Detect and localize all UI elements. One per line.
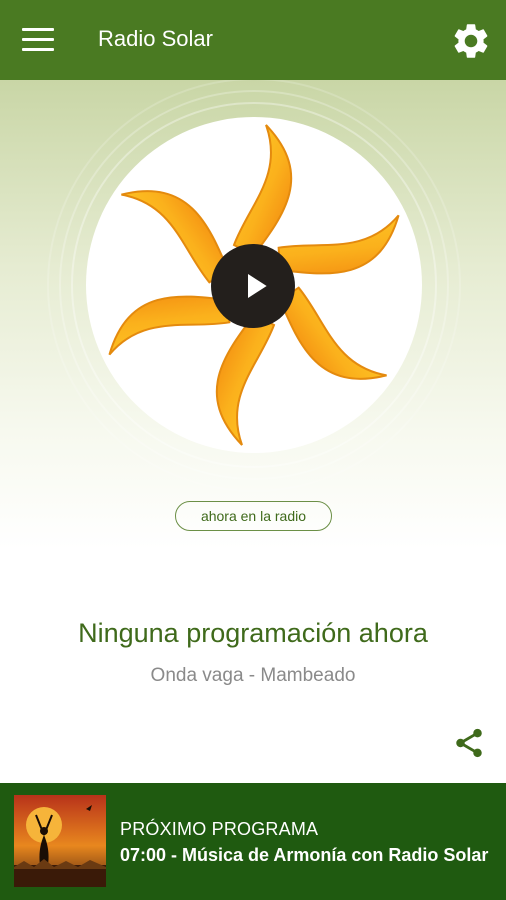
program-subtitle: Onda vaga - Mambeado [150,665,356,686]
next-program-label: PRÓXIMO PROGRAMA [120,819,319,839]
play-button[interactable] [211,244,295,328]
app-bar: Radio Solar [0,0,506,80]
now-on-air-badge: ahora en la radio [175,501,332,531]
app-title: Radio Solar [98,26,213,51]
gear-icon[interactable] [450,20,492,62]
next-program-bar[interactable]: PRÓXIMO PROGRAMA 07:00 - Música de Armon… [0,783,506,900]
share-icon[interactable] [452,726,486,760]
play-icon [247,274,267,298]
next-program-thumbnail [14,795,106,887]
program-title: Ninguna programación ahora [78,618,428,648]
hamburger-menu-icon[interactable] [22,28,56,54]
next-program-title: 07:00 - Música de Armonía con Radio Sola… [120,845,489,865]
player-hero [0,80,506,550]
